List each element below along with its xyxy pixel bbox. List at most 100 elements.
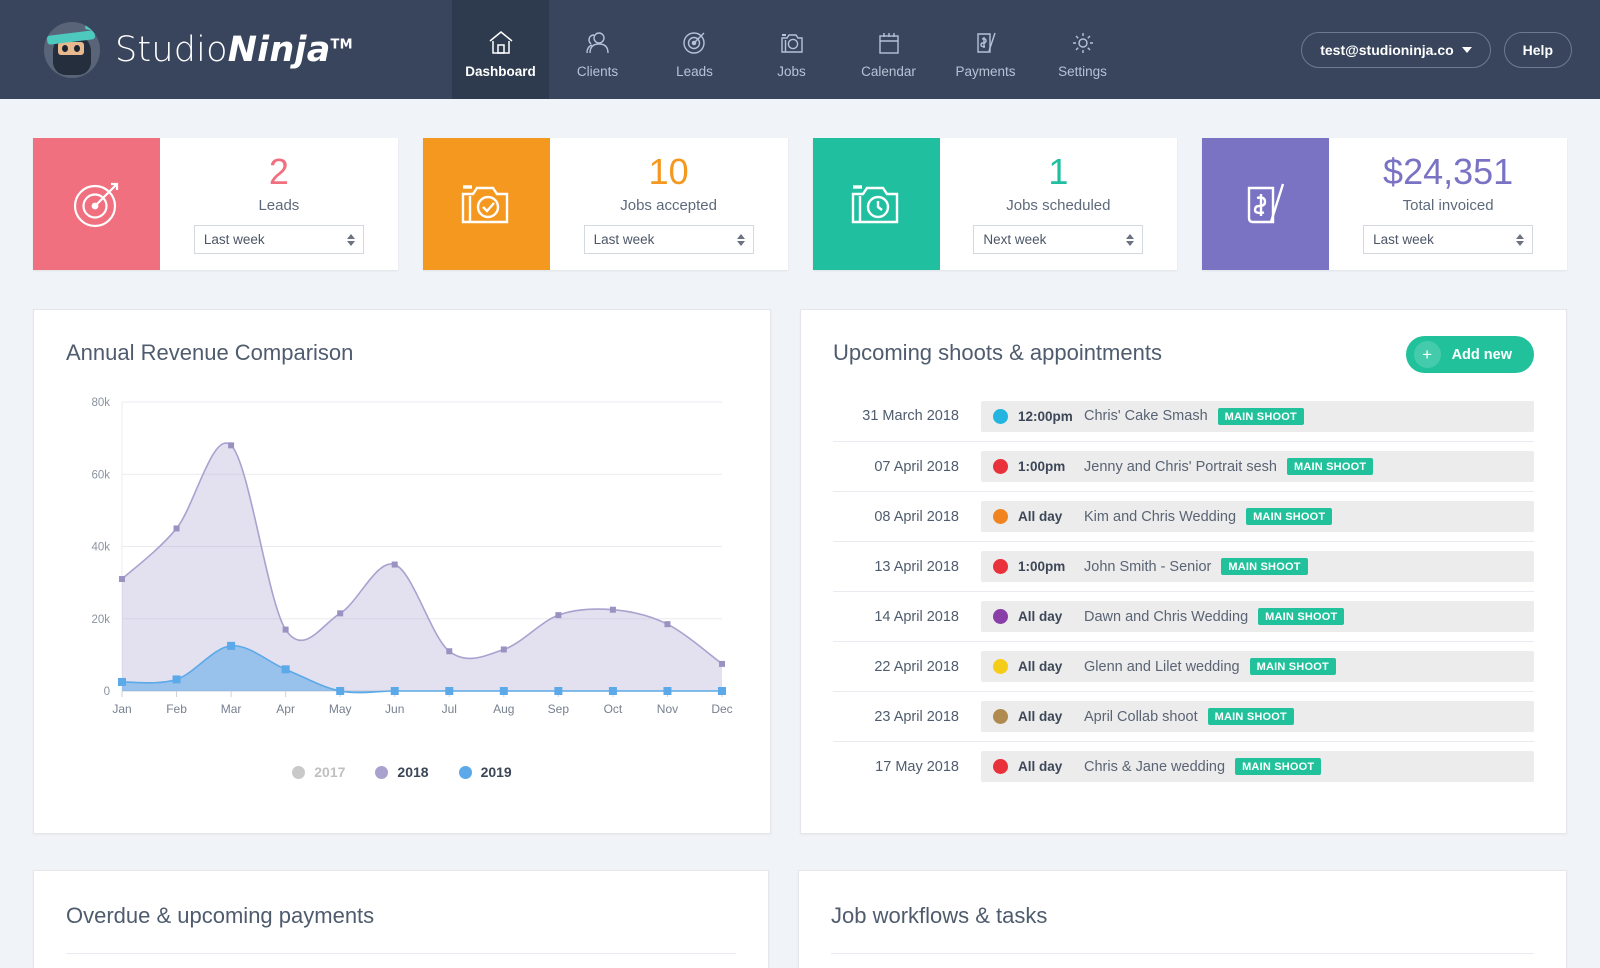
stat-label: Jobs scheduled — [1006, 197, 1111, 214]
svg-text:May: May — [329, 702, 352, 716]
account-menu-button[interactable]: test@studioninja.co — [1301, 31, 1491, 68]
appointment-time: All day — [1018, 509, 1063, 524]
period-select-leads[interactable]: Last week — [193, 225, 364, 254]
stat-card-leads: 2 Leads Last week — [33, 138, 398, 270]
nav-item-clients[interactable]: Clients — [549, 0, 646, 99]
appointment-row[interactable]: 07 April 2018 1:00pm Jenny and Chris' Port… — [833, 441, 1534, 491]
page-title-revenue: Annual Revenue Comparison — [66, 340, 354, 365]
svg-text:20k: 20k — [91, 614, 110, 626]
page-title-appointments: Upcoming shoots & appointments — [833, 340, 1162, 365]
appointment-date: 08 April 2018 — [874, 508, 959, 525]
appointment-date: 22 April 2018 — [874, 658, 959, 675]
brand-logo-area[interactable]: StudioNinjaTM — [0, 0, 452, 99]
appointment-body[interactable]: All day Kim and Chris Wedding MAIN SHOOT — [981, 501, 1534, 532]
status-badge: MAIN SHOOT — [1249, 658, 1336, 675]
svg-text:Jun: Jun — [385, 702, 404, 716]
appointment-body[interactable]: 1:00pm Jenny and Chris' Portrait sesh MAIN… — [981, 451, 1534, 482]
svg-text:Feb: Feb — [166, 702, 187, 716]
appointment-title: Chris' Cake Smash — [1084, 408, 1208, 424]
nav-item-settings[interactable]: Settings — [1034, 0, 1131, 99]
stat-value: $24,351 — [1383, 151, 1514, 192]
brand-studio-text: Studio — [115, 29, 228, 70]
nav-item-dashboard[interactable]: Dashboard — [452, 0, 549, 99]
period-select-jobs-accepted[interactable]: Last week — [583, 225, 754, 254]
appointment-date: 23 April 2018 — [874, 708, 959, 725]
period-select-jobs-scheduled[interactable]: Next week — [973, 225, 1144, 254]
calendar-icon — [875, 26, 903, 56]
status-badge: MAIN SHOOT — [1235, 758, 1322, 775]
appointment-title: Dawn and Chris Wedding — [1084, 608, 1249, 625]
appointment-time: All day — [1018, 609, 1063, 624]
appointment-title: John Smith - Senior — [1084, 558, 1212, 575]
status-badge: MAIN SHOOT — [1258, 608, 1345, 625]
add-new-label: Add new — [1451, 346, 1512, 363]
appointment-body[interactable]: 1:00pm John Smith - Senior MAIN SHOOT — [981, 551, 1534, 582]
appointments-panel: Upcoming shoots & appointments + Add new… — [800, 309, 1567, 834]
appointment-body[interactable]: All day April Collab shoot MAIN SHOOT — [981, 701, 1534, 732]
camera-icon — [778, 26, 806, 56]
appointment-color-dot — [993, 559, 1008, 574]
appointment-time: 1:00pm — [1018, 459, 1066, 474]
legend-swatch — [458, 765, 472, 779]
appointment-date: 17 May 2018 — [875, 758, 959, 775]
appointment-row[interactable]: 08 April 2018 All day Kim and Chris Weddin… — [833, 491, 1534, 541]
svg-text:Apr: Apr — [276, 702, 295, 716]
main-panels-row: Annual Revenue Comparison 0 20k 40k 60k 80k J… — [0, 270, 1600, 834]
add-new-button[interactable]: + Add new — [1405, 336, 1534, 373]
svg-text:0: 0 — [104, 686, 110, 698]
appointment-time: All day — [1018, 709, 1063, 724]
help-button[interactable]: Help — [1503, 31, 1572, 68]
page-title-workflows: Job workflows & tasks — [831, 903, 1048, 928]
legend-item-2017[interactable]: 2017 — [292, 764, 345, 780]
revenue-area-chart-svg: 0 20k 40k 60k 80k Jan Feb Mar Apr May Jun Jul Aug Sep… — [91, 397, 732, 716]
plus-icon: + — [1413, 341, 1441, 368]
appointment-body[interactable]: 12:00pm Chris' Cake Smash MAIN SHOOT — [981, 400, 1534, 432]
target-icon — [681, 26, 709, 56]
svg-text:80k: 80k — [91, 397, 110, 409]
nav-item-calendar[interactable]: Calendar — [840, 0, 937, 99]
appointment-row[interactable]: 23 April 2018 All day April Collab shoot MA… — [833, 691, 1534, 741]
period-select-wrap: Last week — [583, 225, 754, 254]
legend-swatch — [292, 765, 306, 779]
period-select-wrap: Last week — [1363, 225, 1534, 254]
legend-item-2018[interactable]: 2018 — [375, 764, 429, 780]
nav-item-payments[interactable]: Payments — [937, 0, 1034, 99]
legend-label: 2018 — [397, 764, 429, 780]
appointment-body[interactable]: All day Chris & Jane wedding MAIN SHOOT — [981, 751, 1534, 782]
gear-icon — [1069, 26, 1097, 56]
nav-item-jobs[interactable]: Jobs — [743, 0, 840, 99]
nav-right-area: test@studioninja.co Help — [1301, 0, 1600, 99]
appointment-color-dot — [993, 459, 1008, 474]
home-icon — [487, 26, 515, 56]
appointments-header: Upcoming shoots & appointments + Add new — [801, 310, 1566, 373]
appointment-color-dot — [993, 408, 1008, 424]
stat-label: Jobs accepted — [620, 197, 717, 214]
stat-card-jobs-accepted: 10 Jobs accepted Last week — [422, 138, 788, 270]
nav-label: Settings — [1058, 64, 1107, 79]
stat-body: 1 Jobs scheduled Next week — [940, 138, 1178, 270]
svg-text:Mar: Mar — [221, 702, 242, 716]
stat-cards-row: 2 Leads Last week 10 Jobs accepted Last … — [0, 99, 1600, 270]
appointment-body[interactable]: All day Glenn and Lilet wedding MAIN SHOOT — [981, 651, 1534, 682]
divider — [831, 953, 1534, 954]
appointment-body[interactable]: All day Dawn and Chris Wedding MAIN SHOOT — [981, 601, 1534, 632]
appointment-row[interactable]: 31 March 2018 12:00pm Chris' Cake Smash MAI… — [833, 391, 1534, 441]
top-navigation-bar: StudioNinjaTM Dashboard Clients Leads Jo… — [0, 0, 1600, 99]
legend-item-2019[interactable]: 2019 — [458, 764, 512, 780]
svg-text:40k: 40k — [91, 542, 110, 554]
nav-item-leads[interactable]: Leads — [646, 0, 743, 99]
svg-text:Dec: Dec — [711, 702, 732, 716]
nav-label: Jobs — [777, 64, 806, 79]
appointment-row[interactable]: 17 May 2018 All day Chris & Jane wedding MA… — [833, 741, 1534, 791]
appointment-row[interactable]: 14 April 2018 All day Dawn and Chris Weddi… — [833, 591, 1534, 641]
appointment-row[interactable]: 13 April 2018 1:00pm John Smith - Senior MA… — [833, 541, 1534, 591]
stat-body: $24,351 Total invoiced Last week — [1329, 138, 1567, 270]
brand-tm-text: TM — [330, 36, 353, 52]
period-select-total-invoiced[interactable]: Last week — [1363, 225, 1534, 254]
appointment-time: All day — [1018, 659, 1063, 674]
bottom-panels-row: Overdue & upcoming payments Job workflow… — [0, 834, 1600, 968]
legend-swatch — [375, 765, 389, 779]
appointment-color-dot — [993, 709, 1008, 724]
appointment-row[interactable]: 22 April 2018 All day Glenn and Lilet wedd… — [833, 641, 1534, 691]
appointment-title: Chris & Jane wedding — [1084, 758, 1226, 775]
